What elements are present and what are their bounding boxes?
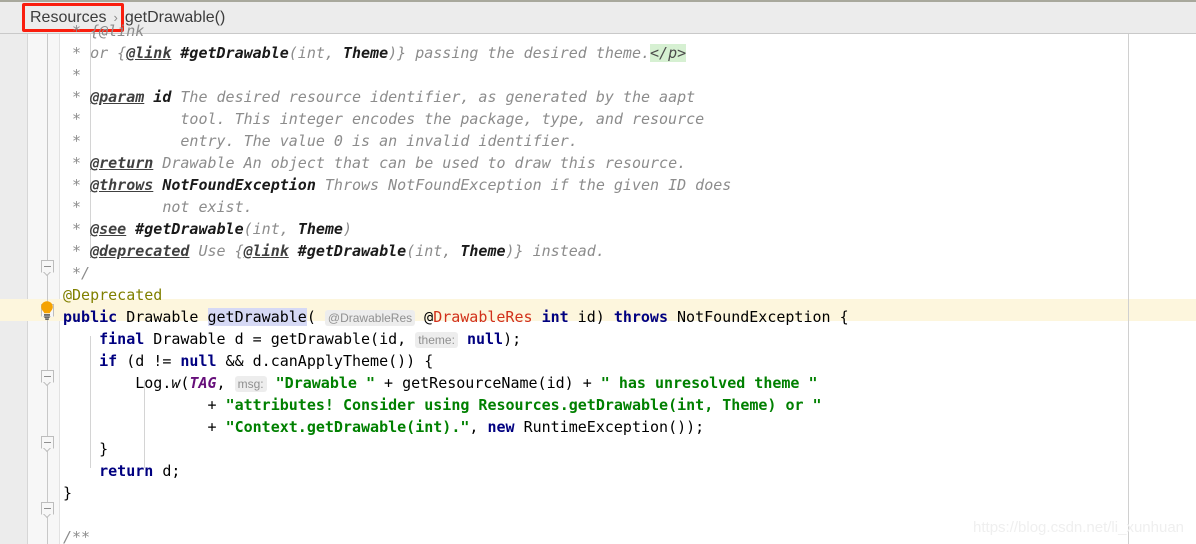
code-line[interactable]: * @see #getDrawable(int, Theme) (63, 218, 352, 240)
code-line[interactable]: return d; (63, 460, 180, 482)
code-line[interactable]: if (d != null && d.canApplyTheme()) { (63, 350, 433, 372)
code-line[interactable]: * {@link (63, 20, 144, 42)
code-line[interactable]: + "attributes! Consider using Resources.… (63, 394, 821, 416)
code-line-method-signature[interactable]: public Drawable getDrawable( @DrawableRe… (63, 306, 849, 328)
code-line[interactable]: * (63, 64, 81, 86)
code-line[interactable]: } (63, 438, 108, 460)
code-line[interactable]: * @return Drawable An object that can be… (63, 152, 686, 174)
editor-viewport[interactable]: * {@link * or {@link #getDrawable(int, T… (0, 22, 1196, 544)
code-line[interactable]: * @throws NotFoundException Throws NotFo… (63, 174, 731, 196)
code-line[interactable]: * entry. The value 0 is an invalid ident… (63, 130, 578, 152)
code-line[interactable]: * @deprecated Use {@link #getDrawable(in… (63, 240, 605, 262)
code-line[interactable]: */ (63, 262, 90, 284)
code-line[interactable]: * not exist. (63, 196, 253, 218)
breadcrumb: Resources › getDrawable() (0, 0, 1196, 34)
code-content[interactable]: * {@link * or {@link #getDrawable(int, T… (0, 22, 1196, 544)
code-line[interactable]: * @param id The desired resource identif… (63, 86, 695, 108)
code-editor-screen: Resources › getDrawable() * {@link * or … (0, 0, 1196, 544)
watermark: https://blog.csdn.net/li_xunhuan (973, 519, 1184, 536)
code-line[interactable]: * tool. This integer encodes the package… (63, 108, 704, 130)
code-line[interactable]: /** (63, 526, 90, 544)
code-line[interactable]: Log.w(TAG, msg: "Drawable " + getResourc… (63, 372, 818, 394)
code-line[interactable]: final Drawable d = getDrawable(id, theme… (63, 328, 521, 350)
code-line[interactable]: @Deprecated (63, 284, 162, 306)
code-line[interactable]: } (63, 482, 72, 504)
code-line[interactable]: * or {@link #getDrawable(int, Theme)} pa… (63, 42, 687, 64)
code-line[interactable]: + "Context.getDrawable(int).", new Runti… (63, 416, 704, 438)
